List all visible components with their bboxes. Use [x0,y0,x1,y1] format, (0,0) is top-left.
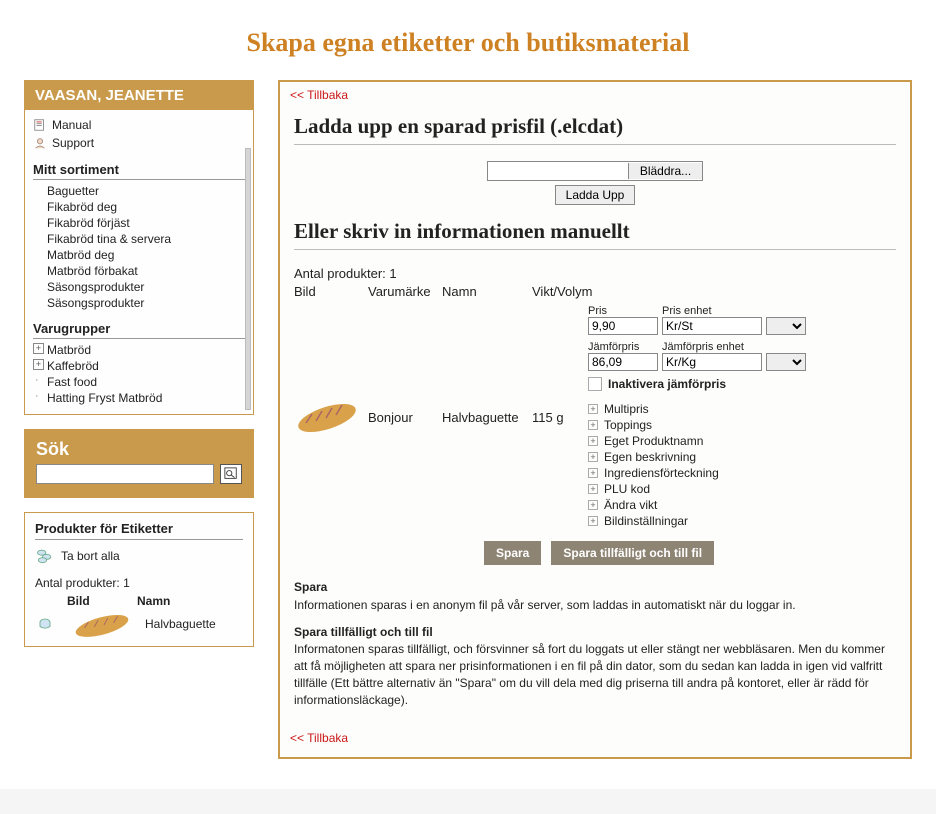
expand-item[interactable]: + PLU kod [588,481,896,497]
remove-all-button[interactable]: Ta bort alla [35,546,243,566]
pris-enhet-input[interactable] [662,317,762,335]
jmf-enhet-label: Jämförpris enhet [662,341,762,353]
sortiment-item[interactable]: Fikabröd deg [33,199,245,215]
expand-item[interactable]: + Egen beskrivning [588,449,896,465]
sortiment-title: Mitt sortiment [33,162,245,180]
manual-link[interactable]: Manual [33,116,245,134]
desc-spara-fil: Spara tillfälligt och till fil Informato… [294,624,896,709]
product-brand: Bonjour [368,410,442,425]
etikett-count: Antal produkter: 1 [35,576,243,590]
varugrupp-item[interactable]: Fast food [33,374,245,390]
baguette-icon [71,610,133,638]
expand-label: Eget Produktnamn [604,434,703,448]
support-link[interactable]: Support [33,134,245,152]
plus-icon: + [588,484,598,494]
manual-icon [33,118,47,132]
upload-title: Ladda upp en sparad prisfil (.elcdat) [294,114,896,145]
user-header: VAASAN, JEANETTE [25,81,253,110]
product-table-head: Bild Varumärke Namn Vikt/Volym [294,284,896,305]
cups-icon [35,546,55,566]
product-name: Halvbaguette [442,410,532,425]
etiketter-title: Produkter för Etiketter [35,521,243,540]
etikett-row[interactable]: Halvbaguette [35,610,243,638]
desc-spara: Spara Informationen sparas i en anonym f… [294,579,896,614]
varugrupp-item[interactable]: Kaffebröd [33,358,245,374]
pris-enhet-label: Pris enhet [662,305,762,317]
expand-item[interactable]: + Toppings [588,417,896,433]
product-row: Bonjour Halvbaguette 115 g Pris Pris enh… [294,305,896,529]
back-link-bottom[interactable]: << Tillbaka [280,725,910,745]
expand-item[interactable]: + Ingrediensförteckning [588,465,896,481]
manual-title: Eller skriv in informationen manuellt [294,219,896,250]
search-button[interactable] [220,464,242,484]
varugrupper-title: Varugrupper [33,321,245,339]
sortiment-item[interactable]: Säsongsprodukter [33,295,245,311]
product-count: Antal produkter: 1 [294,266,896,281]
expand-label: Bildinställningar [604,514,688,528]
support-label: Support [52,136,94,150]
expand-item[interactable]: + Multipris [588,401,896,417]
page-title: Skapa egna etiketter och butiksmaterial [0,0,936,80]
expand-label: Multipris [604,402,649,416]
remove-all-label: Ta bort alla [61,549,120,563]
etikett-head-namn: Namn [137,594,243,608]
varugrupp-item[interactable]: Hatting Fryst Matbröd [33,390,245,406]
etikett-head-bild: Bild [67,594,137,608]
plus-icon: + [588,516,598,526]
expand-label: Ingrediensförteckning [604,466,719,480]
scrollbar[interactable] [245,148,251,410]
save-button[interactable]: Spara [484,541,541,565]
varugrupp-item[interactable]: Matbröd [33,342,245,358]
upload-button[interactable]: Ladda Upp [555,185,636,205]
sortiment-item[interactable]: Baguetter [33,183,245,199]
sortiment-item[interactable]: Fikabröd tina & servera [33,231,245,247]
pris-enhet-select[interactable] [766,317,806,335]
sortiment-item[interactable]: Matbröd förbakat [33,263,245,279]
plus-icon: + [588,420,598,430]
save-to-file-button[interactable]: Spara tillfälligt och till fil [551,541,714,565]
expand-label: Ändra vikt [604,498,657,512]
sortiment-item[interactable]: Matbröd deg [33,247,245,263]
search-icon [224,467,238,481]
browse-button[interactable]: Bläddra... [628,163,702,179]
expand-item[interactable]: + Ändra vikt [588,497,896,513]
etikett-row-name: Halvbaguette [145,617,243,631]
pris-input[interactable] [588,317,658,335]
expand-item[interactable]: + Eget Produktnamn [588,433,896,449]
jmf-label: Jämförpris [588,341,658,353]
pris-label: Pris [588,305,658,317]
plus-icon: + [588,404,598,414]
support-icon [33,136,47,150]
product-weight: 115 g [532,410,588,425]
expand-item[interactable]: + Bildinställningar [588,513,896,529]
jmf-enhet-select[interactable] [766,353,806,371]
back-link-top[interactable]: << Tillbaka [280,82,910,102]
plus-icon: + [588,452,598,462]
plus-icon: + [588,500,598,510]
sortiment-item[interactable]: Säsongsprodukter [33,279,245,295]
expand-label: Toppings [604,418,652,432]
search-input[interactable] [36,464,214,484]
expand-label: Egen beskrivning [604,450,696,464]
search-panel: Sök [24,429,254,498]
expand-label: PLU kod [604,482,650,496]
jmf-input[interactable] [588,353,658,371]
inactivate-checkbox[interactable] [588,377,602,391]
file-path-input[interactable] [488,162,628,180]
manual-label: Manual [52,118,91,132]
plus-icon: + [588,436,598,446]
inactivate-label: Inaktivera jämförpris [608,377,726,391]
plus-icon: + [588,468,598,478]
product-image [294,396,368,439]
cup-icon [35,614,55,634]
sortiment-item[interactable]: Fikabröd förjäst [33,215,245,231]
search-label: Sök [36,439,242,460]
jmf-enhet-input[interactable] [662,353,762,371]
